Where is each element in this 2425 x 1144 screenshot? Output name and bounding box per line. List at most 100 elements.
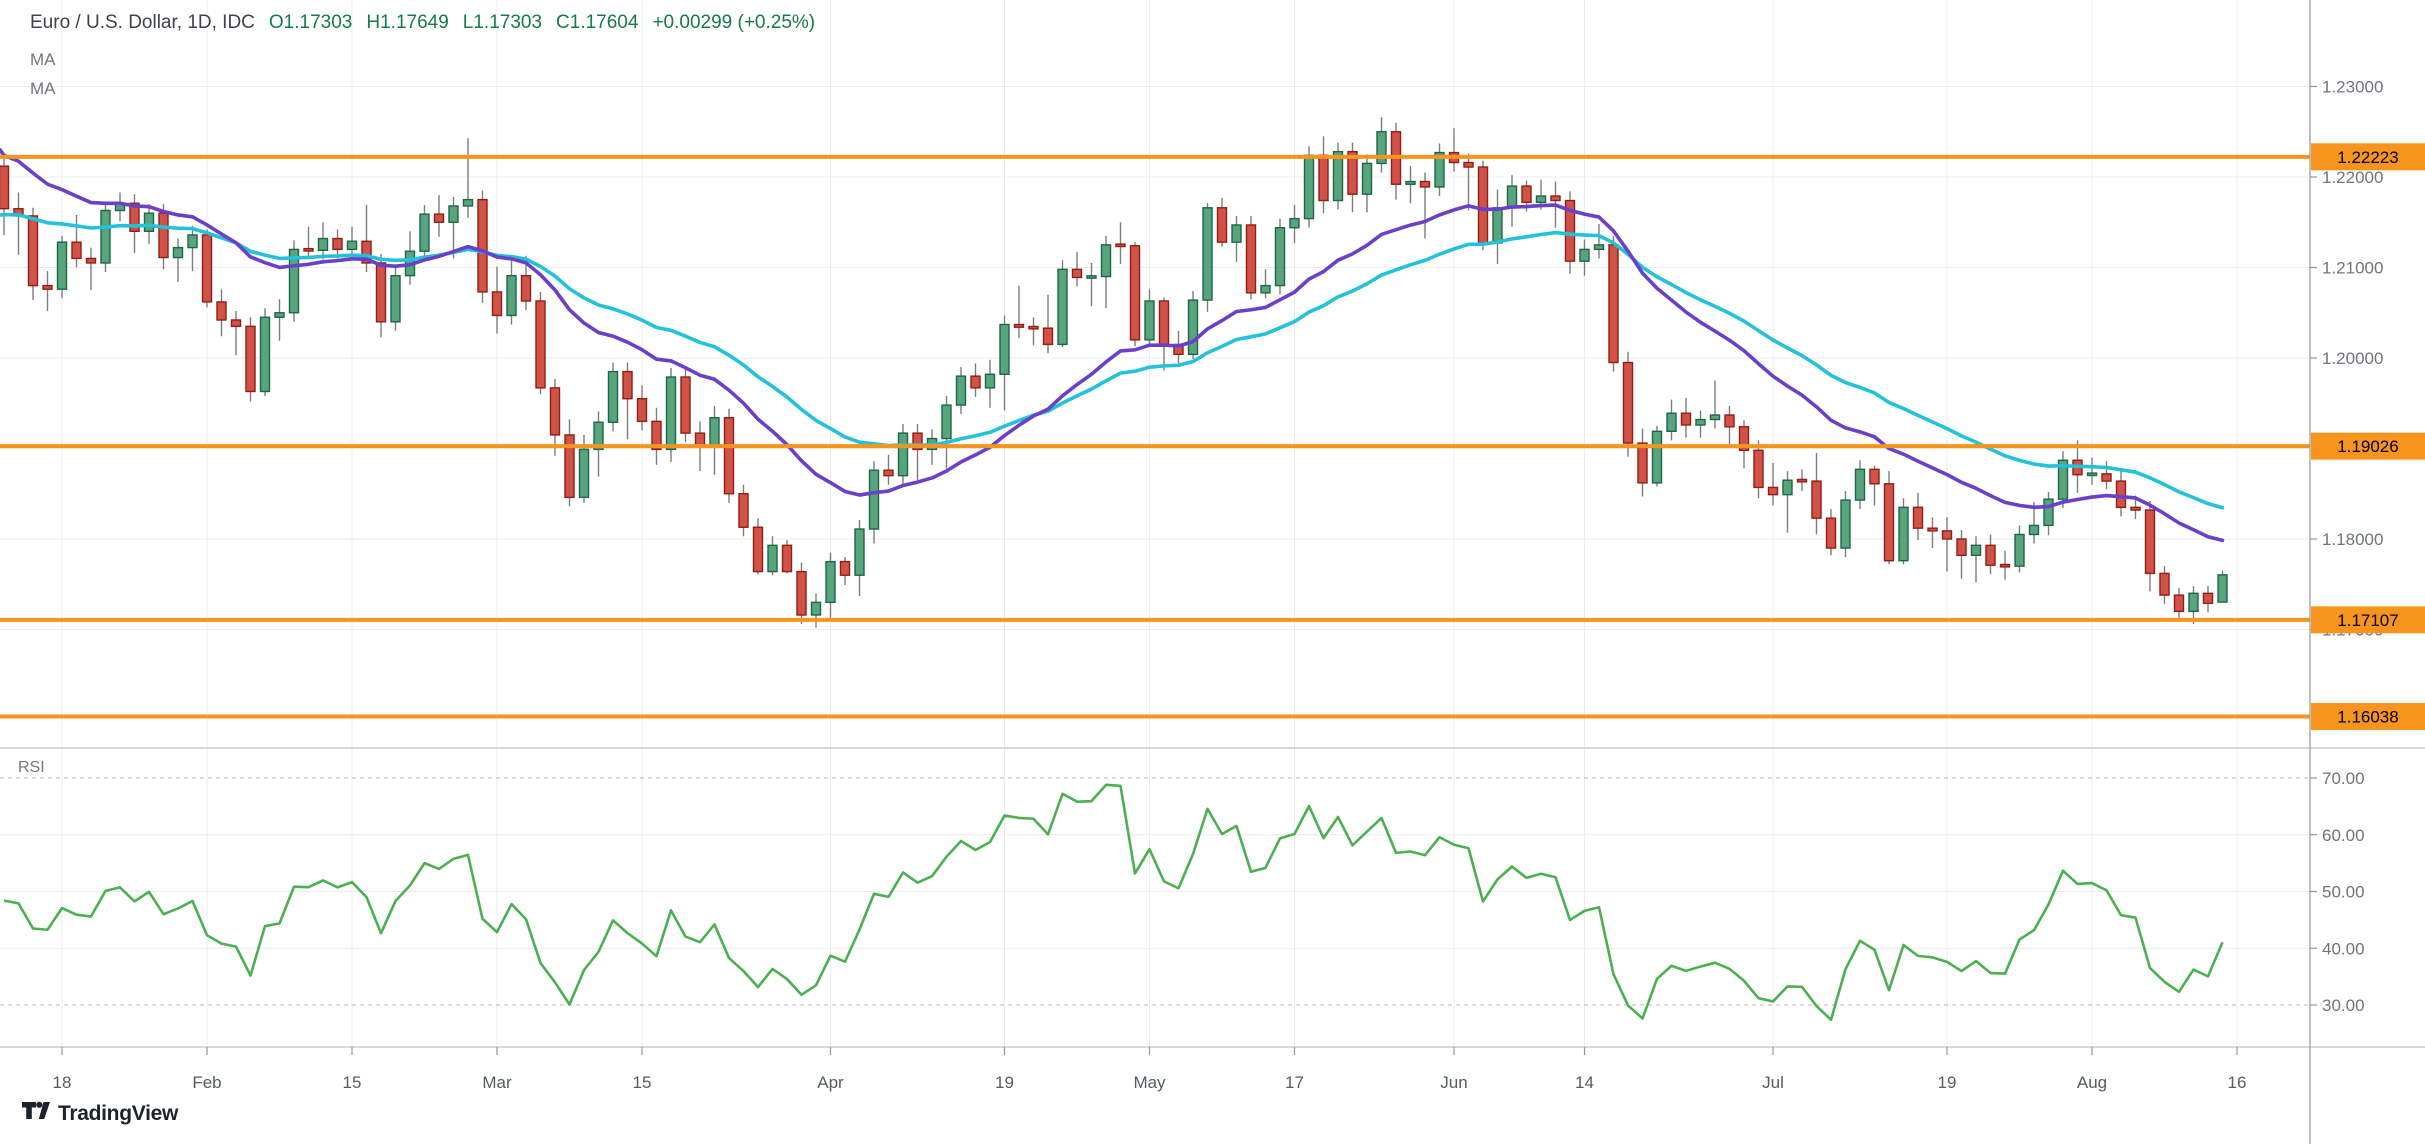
candle[interactable] xyxy=(609,363,618,432)
candle[interactable] xyxy=(1928,517,1937,548)
candle[interactable] xyxy=(638,385,647,430)
candle[interactable] xyxy=(14,192,23,254)
candle[interactable] xyxy=(203,229,212,307)
candle[interactable] xyxy=(768,536,777,575)
candle[interactable] xyxy=(246,317,255,401)
candle[interactable] xyxy=(1290,205,1299,243)
rsi-indicator-legend[interactable]: RSI xyxy=(18,759,45,777)
candle[interactable] xyxy=(2218,571,2227,602)
candle[interactable] xyxy=(1885,471,1894,564)
candle[interactable] xyxy=(1986,534,1995,574)
candle[interactable] xyxy=(2001,551,2010,580)
candle[interactable] xyxy=(1160,297,1169,370)
candle[interactable] xyxy=(1696,410,1705,437)
candle[interactable] xyxy=(884,455,893,485)
candle[interactable] xyxy=(1319,136,1328,213)
ma-line-cyan[interactable] xyxy=(0,215,2223,508)
candle[interactable] xyxy=(319,222,328,259)
candle[interactable] xyxy=(870,461,879,543)
candle[interactable] xyxy=(1334,143,1343,210)
candle[interactable] xyxy=(681,368,690,442)
candle[interactable] xyxy=(1754,440,1763,498)
candle[interactable] xyxy=(1624,352,1633,457)
candle[interactable] xyxy=(594,411,603,476)
candle[interactable] xyxy=(2204,586,2213,612)
candle[interactable] xyxy=(72,215,81,267)
candle[interactable] xyxy=(957,367,966,414)
tradingview-logo[interactable]: TradingView xyxy=(22,1101,178,1127)
candle[interactable] xyxy=(435,195,444,237)
candle[interactable] xyxy=(1957,530,1966,579)
candle[interactable] xyxy=(478,191,487,303)
candle[interactable] xyxy=(0,156,9,235)
ma-indicator-legend-1[interactable]: MA xyxy=(30,50,56,70)
candle[interactable] xyxy=(174,239,183,282)
candle[interactable] xyxy=(710,406,719,475)
candle[interactable] xyxy=(536,292,545,394)
candle[interactable] xyxy=(217,289,226,336)
candle[interactable] xyxy=(1479,161,1488,251)
candle[interactable] xyxy=(2088,458,2097,485)
candle[interactable] xyxy=(1870,466,1879,506)
candle[interactable] xyxy=(1653,426,1662,487)
candle[interactable] xyxy=(1348,143,1357,213)
candle[interactable] xyxy=(1232,216,1241,262)
candle[interactable] xyxy=(232,311,241,355)
candle[interactable] xyxy=(1406,166,1415,203)
candle[interactable] xyxy=(1116,222,1125,264)
candle[interactable] xyxy=(1972,536,1981,582)
ma-indicator-legend-2[interactable]: MA xyxy=(30,79,56,99)
candle[interactable] xyxy=(1247,216,1256,299)
candle[interactable] xyxy=(1261,269,1270,298)
candle[interactable] xyxy=(1798,469,1807,491)
candle[interactable] xyxy=(1421,172,1430,238)
candle[interactable] xyxy=(565,420,574,507)
candle[interactable] xyxy=(1000,315,1009,410)
candle[interactable] xyxy=(1145,289,1154,345)
candle[interactable] xyxy=(623,363,632,440)
candle[interactable] xyxy=(739,485,748,537)
candle[interactable] xyxy=(2044,492,2053,535)
candle[interactable] xyxy=(290,240,299,321)
candlestick-series[interactable] xyxy=(0,117,2227,627)
candle[interactable] xyxy=(725,409,734,503)
candle[interactable] xyxy=(2146,501,2155,592)
candle[interactable] xyxy=(826,553,835,618)
candle[interactable] xyxy=(188,226,197,271)
candle[interactable] xyxy=(1102,236,1111,308)
candle[interactable] xyxy=(1435,144,1444,196)
candle[interactable] xyxy=(1769,463,1778,506)
candle[interactable] xyxy=(1914,493,1923,540)
candle[interactable] xyxy=(261,308,270,396)
candle[interactable] xyxy=(1363,154,1372,212)
candle[interactable] xyxy=(783,540,792,573)
candle[interactable] xyxy=(841,557,850,585)
candle[interactable] xyxy=(1508,175,1517,227)
candle[interactable] xyxy=(101,201,110,272)
candle[interactable] xyxy=(913,424,922,480)
candle[interactable] xyxy=(2015,525,2024,572)
candle[interactable] xyxy=(855,520,864,596)
candle[interactable] xyxy=(1783,471,1792,533)
candle[interactable] xyxy=(1609,236,1618,372)
candle[interactable] xyxy=(1812,453,1821,534)
candle[interactable] xyxy=(754,518,763,574)
candle[interactable] xyxy=(2175,588,2184,621)
candle[interactable] xyxy=(2102,461,2111,489)
candle[interactable] xyxy=(1058,260,1067,347)
candle[interactable] xyxy=(1377,117,1386,172)
candle[interactable] xyxy=(1073,252,1082,286)
candle[interactable] xyxy=(29,208,38,300)
candle[interactable] xyxy=(275,299,284,341)
candle[interactable] xyxy=(899,424,908,485)
candle[interactable] xyxy=(58,236,67,298)
candle[interactable] xyxy=(391,267,400,331)
candle[interactable] xyxy=(1450,128,1459,171)
candle[interactable] xyxy=(1899,498,1908,564)
candle[interactable] xyxy=(1087,263,1096,306)
candle[interactable] xyxy=(812,593,821,627)
candle[interactable] xyxy=(1711,381,1720,429)
candle[interactable] xyxy=(1493,190,1502,264)
symbol-title[interactable]: Euro / U.S. Dollar, 1D, IDC xyxy=(30,12,255,34)
candle[interactable] xyxy=(1203,203,1212,312)
